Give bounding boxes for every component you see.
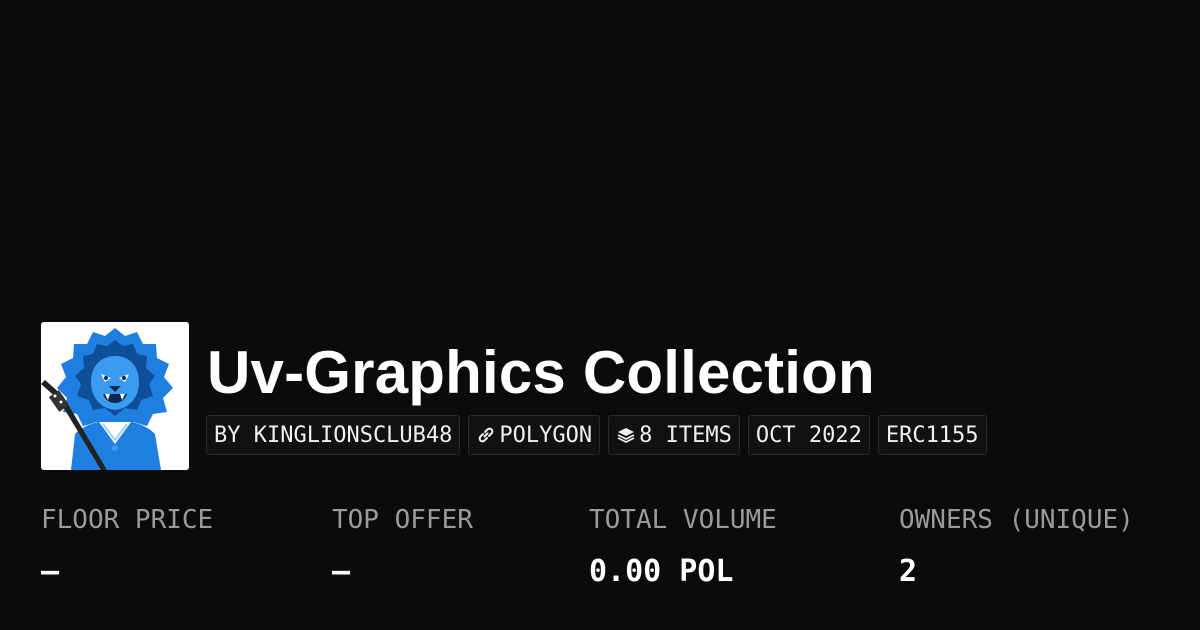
stat-value: –: [332, 554, 351, 589]
collection-badges: BY KINGLIONSCLUB48 POLYGON 8 ITEMS OCT 2…: [206, 415, 987, 455]
stat-value: 0.00 POL: [589, 554, 734, 589]
stat-top-offer: TOP OFFER –: [332, 500, 473, 592]
lion-logo-icon: [41, 322, 189, 470]
date-badge: OCT 2022: [747, 415, 870, 455]
stat-value: 2: [899, 554, 918, 589]
stat-total-volume: TOTAL VOLUME 0.00 POL: [589, 500, 777, 592]
items-badge-label: 8 ITEMS: [639, 422, 732, 448]
collection-avatar: [41, 322, 189, 470]
standard-badge-label: ERC1155: [885, 422, 979, 448]
stat-label: TOTAL VOLUME: [589, 505, 777, 535]
chain-badge[interactable]: POLYGON: [468, 415, 601, 455]
collection-card: Uv-Graphics Collection BY KINGLIONSCLUB4…: [0, 0, 1200, 630]
stat-value: –: [41, 554, 60, 589]
stat-label: TOP OFFER: [332, 505, 473, 535]
stat-owners: OWNERS (UNIQUE) 2: [899, 500, 1134, 592]
chain-badge-label: POLYGON: [499, 422, 593, 448]
stat-label: OWNERS (UNIQUE): [899, 505, 1134, 535]
stat-floor-price: FLOOR PRICE –: [41, 500, 213, 592]
date-badge-label: OCT 2022: [755, 422, 862, 448]
collection-stats: FLOOR PRICE – TOP OFFER – TOTAL VOLUME 0…: [0, 500, 1200, 610]
standard-badge: ERC1155: [877, 415, 987, 455]
stat-label: FLOOR PRICE: [41, 505, 214, 535]
collection-title: Uv-Graphics Collection: [207, 339, 875, 406]
creator-badge-label: BY KINGLIONSCLUB48: [214, 422, 453, 448]
layers-icon: [616, 425, 636, 445]
items-badge[interactable]: 8 ITEMS: [608, 415, 740, 455]
link-icon: [476, 425, 496, 445]
creator-badge[interactable]: BY KINGLIONSCLUB48: [206, 415, 461, 455]
